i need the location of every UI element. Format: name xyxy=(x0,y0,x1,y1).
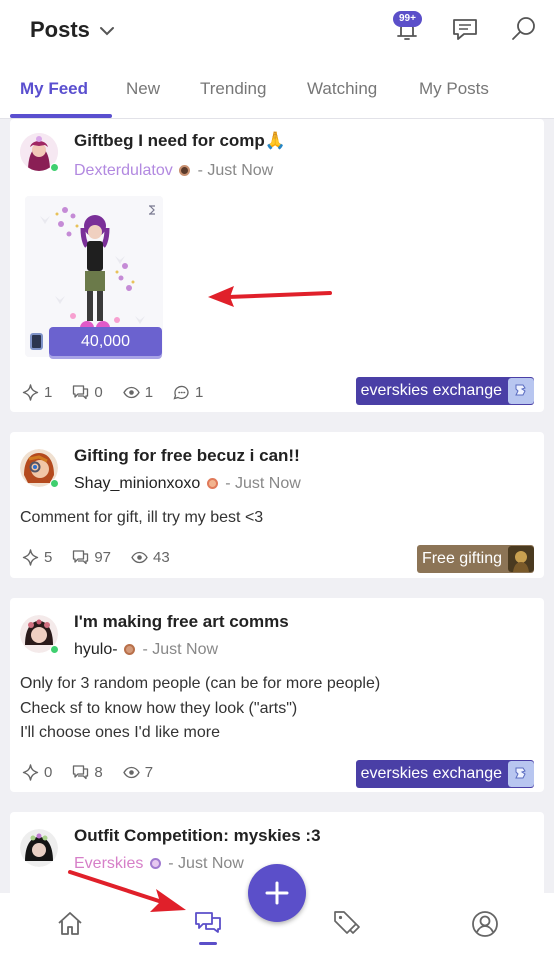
author-name[interactable]: Dexterdulatov xyxy=(74,162,173,179)
tag-label: Free gifting xyxy=(421,550,502,567)
author-name[interactable]: hyulo- xyxy=(74,641,118,658)
create-post-button[interactable] xyxy=(248,864,306,922)
gifting-icon xyxy=(508,546,534,572)
post-card[interactable]: Giftbeg I need for comp🙏 Dexterdulatov -… xyxy=(10,119,544,412)
views-stat[interactable]: 1 xyxy=(122,384,153,401)
annotation-arrow xyxy=(68,870,186,912)
sparkle-icon xyxy=(22,549,39,566)
tab-watching[interactable]: Watching xyxy=(307,79,377,99)
badge-icon xyxy=(206,478,218,490)
post-title[interactable]: I'm making free art comms xyxy=(74,612,289,632)
shop-tag-icon[interactable] xyxy=(332,909,362,939)
plus-icon xyxy=(265,881,289,905)
category-tag[interactable]: Free gifting xyxy=(416,545,534,573)
eye-icon xyxy=(122,386,140,399)
tab-new[interactable]: New xyxy=(126,79,160,99)
price-value: 40,000 xyxy=(81,332,130,350)
online-indicator xyxy=(50,645,59,654)
search-icon[interactable] xyxy=(509,14,539,44)
stars-stat[interactable]: 1 xyxy=(22,384,52,401)
price-button[interactable]: 40,000 xyxy=(49,327,162,356)
chevron-down-icon[interactable] xyxy=(98,22,116,40)
badge-icon xyxy=(124,644,136,656)
category-tag[interactable]: everskies exchange xyxy=(355,760,534,788)
post-body: Only for 3 random people (can be for mor… xyxy=(20,672,380,746)
post-time: - Just Now xyxy=(142,641,219,658)
forum-icon[interactable] xyxy=(193,909,223,939)
category-tag[interactable]: everskies exchange xyxy=(355,377,534,405)
post-time: - Just Now xyxy=(225,475,301,492)
active-tab-indicator xyxy=(10,114,112,118)
post-body: Comment for gift, ill try my best <3 xyxy=(20,506,263,531)
post-meta: Dexterdulatov - Just Now xyxy=(74,162,273,180)
replies-icon xyxy=(73,765,89,780)
post-body-line: Only for 3 random people (can be for mor… xyxy=(20,675,381,692)
top-bar: Posts 99+ xyxy=(0,0,554,62)
messages-icon[interactable] xyxy=(450,14,480,44)
online-indicator xyxy=(50,163,59,172)
post-body-line: Check sf to know how they look ("arts") xyxy=(20,699,298,717)
eye-icon xyxy=(122,766,140,779)
exchange-icon xyxy=(508,378,534,404)
avatar[interactable] xyxy=(20,829,58,867)
post-meta: hyulo- - Just Now xyxy=(74,641,218,659)
views-stat[interactable]: 7 xyxy=(122,764,153,781)
replies-icon xyxy=(73,385,89,400)
tab-my-posts[interactable]: My Posts xyxy=(419,79,489,99)
post-stats: 1 0 1 1 xyxy=(22,384,203,401)
author-name[interactable]: Shay_minionxoxo xyxy=(74,475,200,492)
exchange-icon xyxy=(508,761,534,787)
comment-icon xyxy=(173,385,189,400)
page-title[interactable]: Posts xyxy=(30,17,90,43)
comments-stat[interactable]: 1 xyxy=(173,384,203,401)
post-time: - Just Now xyxy=(197,162,274,179)
tab-trending[interactable]: Trending xyxy=(200,79,266,99)
post-body-line: Comment for gift, ill try my best <3 xyxy=(20,509,264,526)
replies-stat[interactable]: 0 xyxy=(72,384,103,401)
profile-icon[interactable] xyxy=(470,909,500,939)
post-meta: Shay_minionxoxo - Just Now xyxy=(74,475,301,493)
post-title[interactable]: Outfit Competition: myskies :3 xyxy=(74,826,321,846)
replies-icon xyxy=(73,550,89,565)
post-title[interactable]: Gifting for free becuz i can!! xyxy=(74,446,300,466)
feed-tabs: My Feed New Trending Watching My Posts xyxy=(0,62,554,119)
badge-icon xyxy=(179,165,191,177)
post-card[interactable]: I'm making free art comms hyulo- - Just … xyxy=(10,598,544,792)
sparkle-icon xyxy=(22,764,39,781)
post-card[interactable]: Gifting for free becuz i can!! Shay_mini… xyxy=(10,432,544,578)
post-stats: 0 8 7 xyxy=(22,764,153,781)
tag-label: everskies exchange xyxy=(360,382,502,399)
tag-label: everskies exchange xyxy=(360,765,502,782)
eye-icon xyxy=(131,551,148,564)
tab-my-feed[interactable]: My Feed xyxy=(20,79,88,99)
active-nav-indicator xyxy=(199,942,217,945)
replies-stat[interactable]: 8 xyxy=(72,764,103,781)
views-stat[interactable]: 43 xyxy=(131,549,170,566)
post-title[interactable]: Giftbeg I need for comp🙏 xyxy=(74,131,286,151)
online-indicator xyxy=(50,479,59,488)
notification-badge: 99+ xyxy=(393,11,422,27)
coin-icon xyxy=(30,333,43,350)
sparkle-icon xyxy=(22,384,39,401)
post-stats: 5 97 43 xyxy=(22,549,170,566)
replies-stat[interactable]: 97 xyxy=(72,549,111,566)
annotation-arrow xyxy=(208,286,332,307)
stars-stat[interactable]: 0 xyxy=(22,764,52,781)
post-body-line: I'll choose ones I'd like more xyxy=(20,724,220,741)
stars-stat[interactable]: 5 xyxy=(22,549,52,566)
